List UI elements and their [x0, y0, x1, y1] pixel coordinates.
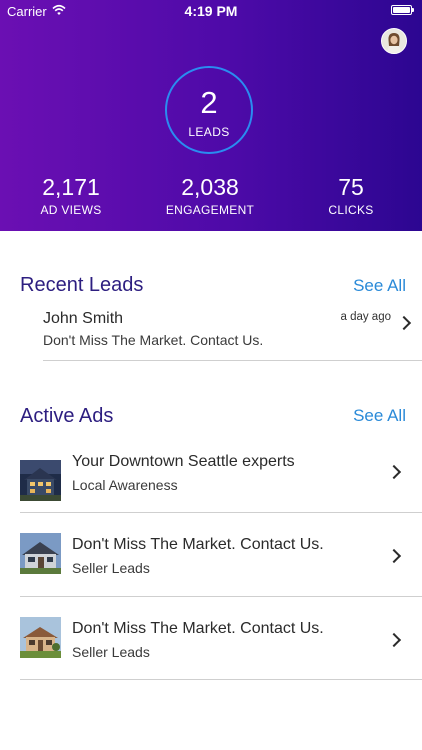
chevron-right-icon — [386, 464, 402, 480]
ad-thumbnail — [20, 617, 61, 658]
ad-title: Don't Miss The Market. Contact Us. — [72, 536, 324, 553]
ad-subtitle: Local Awareness — [72, 477, 178, 493]
clicks-label: CLICKS — [328, 203, 374, 217]
ad-subtitle: Seller Leads — [72, 644, 150, 660]
clock: 4:19 PM — [184, 3, 238, 19]
ad-row[interactable]: Don't Miss The Market. Contact Us. Selle… — [0, 513, 422, 595]
ad-title: Your Downtown Seattle experts — [72, 453, 295, 470]
divider — [20, 679, 422, 680]
ad-thumbnail — [20, 533, 61, 574]
leads-count: 2 — [200, 85, 218, 120]
recent-leads-title: Recent Leads — [20, 274, 144, 296]
ad-subtitle: Seller Leads — [72, 560, 150, 576]
chevron-right-icon — [386, 548, 402, 564]
lead-name: John Smith — [43, 310, 124, 327]
user-avatar[interactable] — [381, 28, 407, 54]
chevron-right-icon — [396, 315, 412, 331]
stat-clicks: 75 CLICKS — [321, 174, 381, 217]
leads-counter[interactable]: 2 LEADS — [165, 66, 253, 154]
battery-icon — [391, 5, 414, 15]
lead-message: Don't Miss The Market. Contact Us. — [43, 332, 264, 348]
stats-header: Carrier 4:19 PM 2 LEADS 2,171 AD VIEWS 2… — [0, 0, 422, 231]
stat-engagement: 2,038 ENGAGEMENT — [160, 174, 260, 217]
engagement-value: 2,038 — [181, 174, 239, 200]
lead-time: a day ago — [340, 311, 391, 323]
active-ads-see-all-button[interactable]: See All — [353, 406, 406, 426]
engagement-label: ENGAGEMENT — [165, 203, 255, 217]
leads-label: LEADS — [188, 125, 230, 139]
recent-leads-see-all-button[interactable]: See All — [353, 276, 406, 296]
ad-row[interactable]: Don't Miss The Market. Contact Us. Selle… — [0, 597, 422, 679]
ad-thumbnail — [20, 460, 61, 501]
active-ads-title: Active Ads — [20, 405, 114, 427]
ad-title: Don't Miss The Market. Contact Us. — [72, 620, 324, 637]
clicks-value: 75 — [338, 174, 364, 200]
ad-views-label: AD VIEWS — [40, 203, 102, 217]
ad-views-value: 2,171 — [42, 174, 100, 200]
chevron-right-icon — [386, 632, 402, 648]
status-bar: Carrier 4:19 PM — [0, 0, 422, 22]
stat-ad-views: 2,171 AD VIEWS — [36, 174, 106, 217]
divider — [43, 360, 422, 361]
avatar-photo — [382, 29, 406, 53]
